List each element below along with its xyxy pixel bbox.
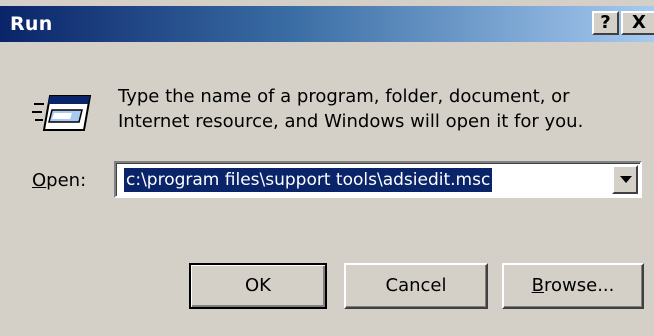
open-label: Open: — [32, 170, 86, 191]
description-line-1: Type the name of a program, folder, docu… — [118, 86, 570, 107]
open-label-rest: pen: — [46, 170, 87, 191]
open-input-value[interactable]: c:\program files\support tools\adsiedit.… — [124, 168, 493, 192]
open-combobox[interactable]: c:\program files\support tools\adsiedit.… — [114, 161, 642, 198]
ok-button[interactable]: OK — [189, 263, 327, 309]
browse-mnemonic: B — [531, 275, 544, 296]
description-text: Type the name of a program, folder, docu… — [118, 84, 583, 134]
close-button[interactable]: X — [621, 11, 654, 35]
run-program-icon — [32, 95, 92, 131]
chevron-down-icon — [620, 176, 632, 183]
browse-label-rest: rowse... — [544, 275, 615, 296]
cancel-button[interactable]: Cancel — [344, 263, 488, 309]
title-bar[interactable]: Run ? X — [0, 6, 654, 42]
dropdown-button[interactable] — [612, 165, 638, 194]
window-title: Run — [10, 13, 53, 35]
help-button[interactable]: ? — [592, 11, 619, 35]
description-line-2: Internet resource, and Windows will open… — [118, 111, 584, 132]
run-dialog: Run ? X Type the name of a program, fold… — [0, 0, 654, 336]
open-label-mnemonic: O — [32, 170, 47, 191]
browse-button[interactable]: Browse... — [502, 263, 644, 309]
